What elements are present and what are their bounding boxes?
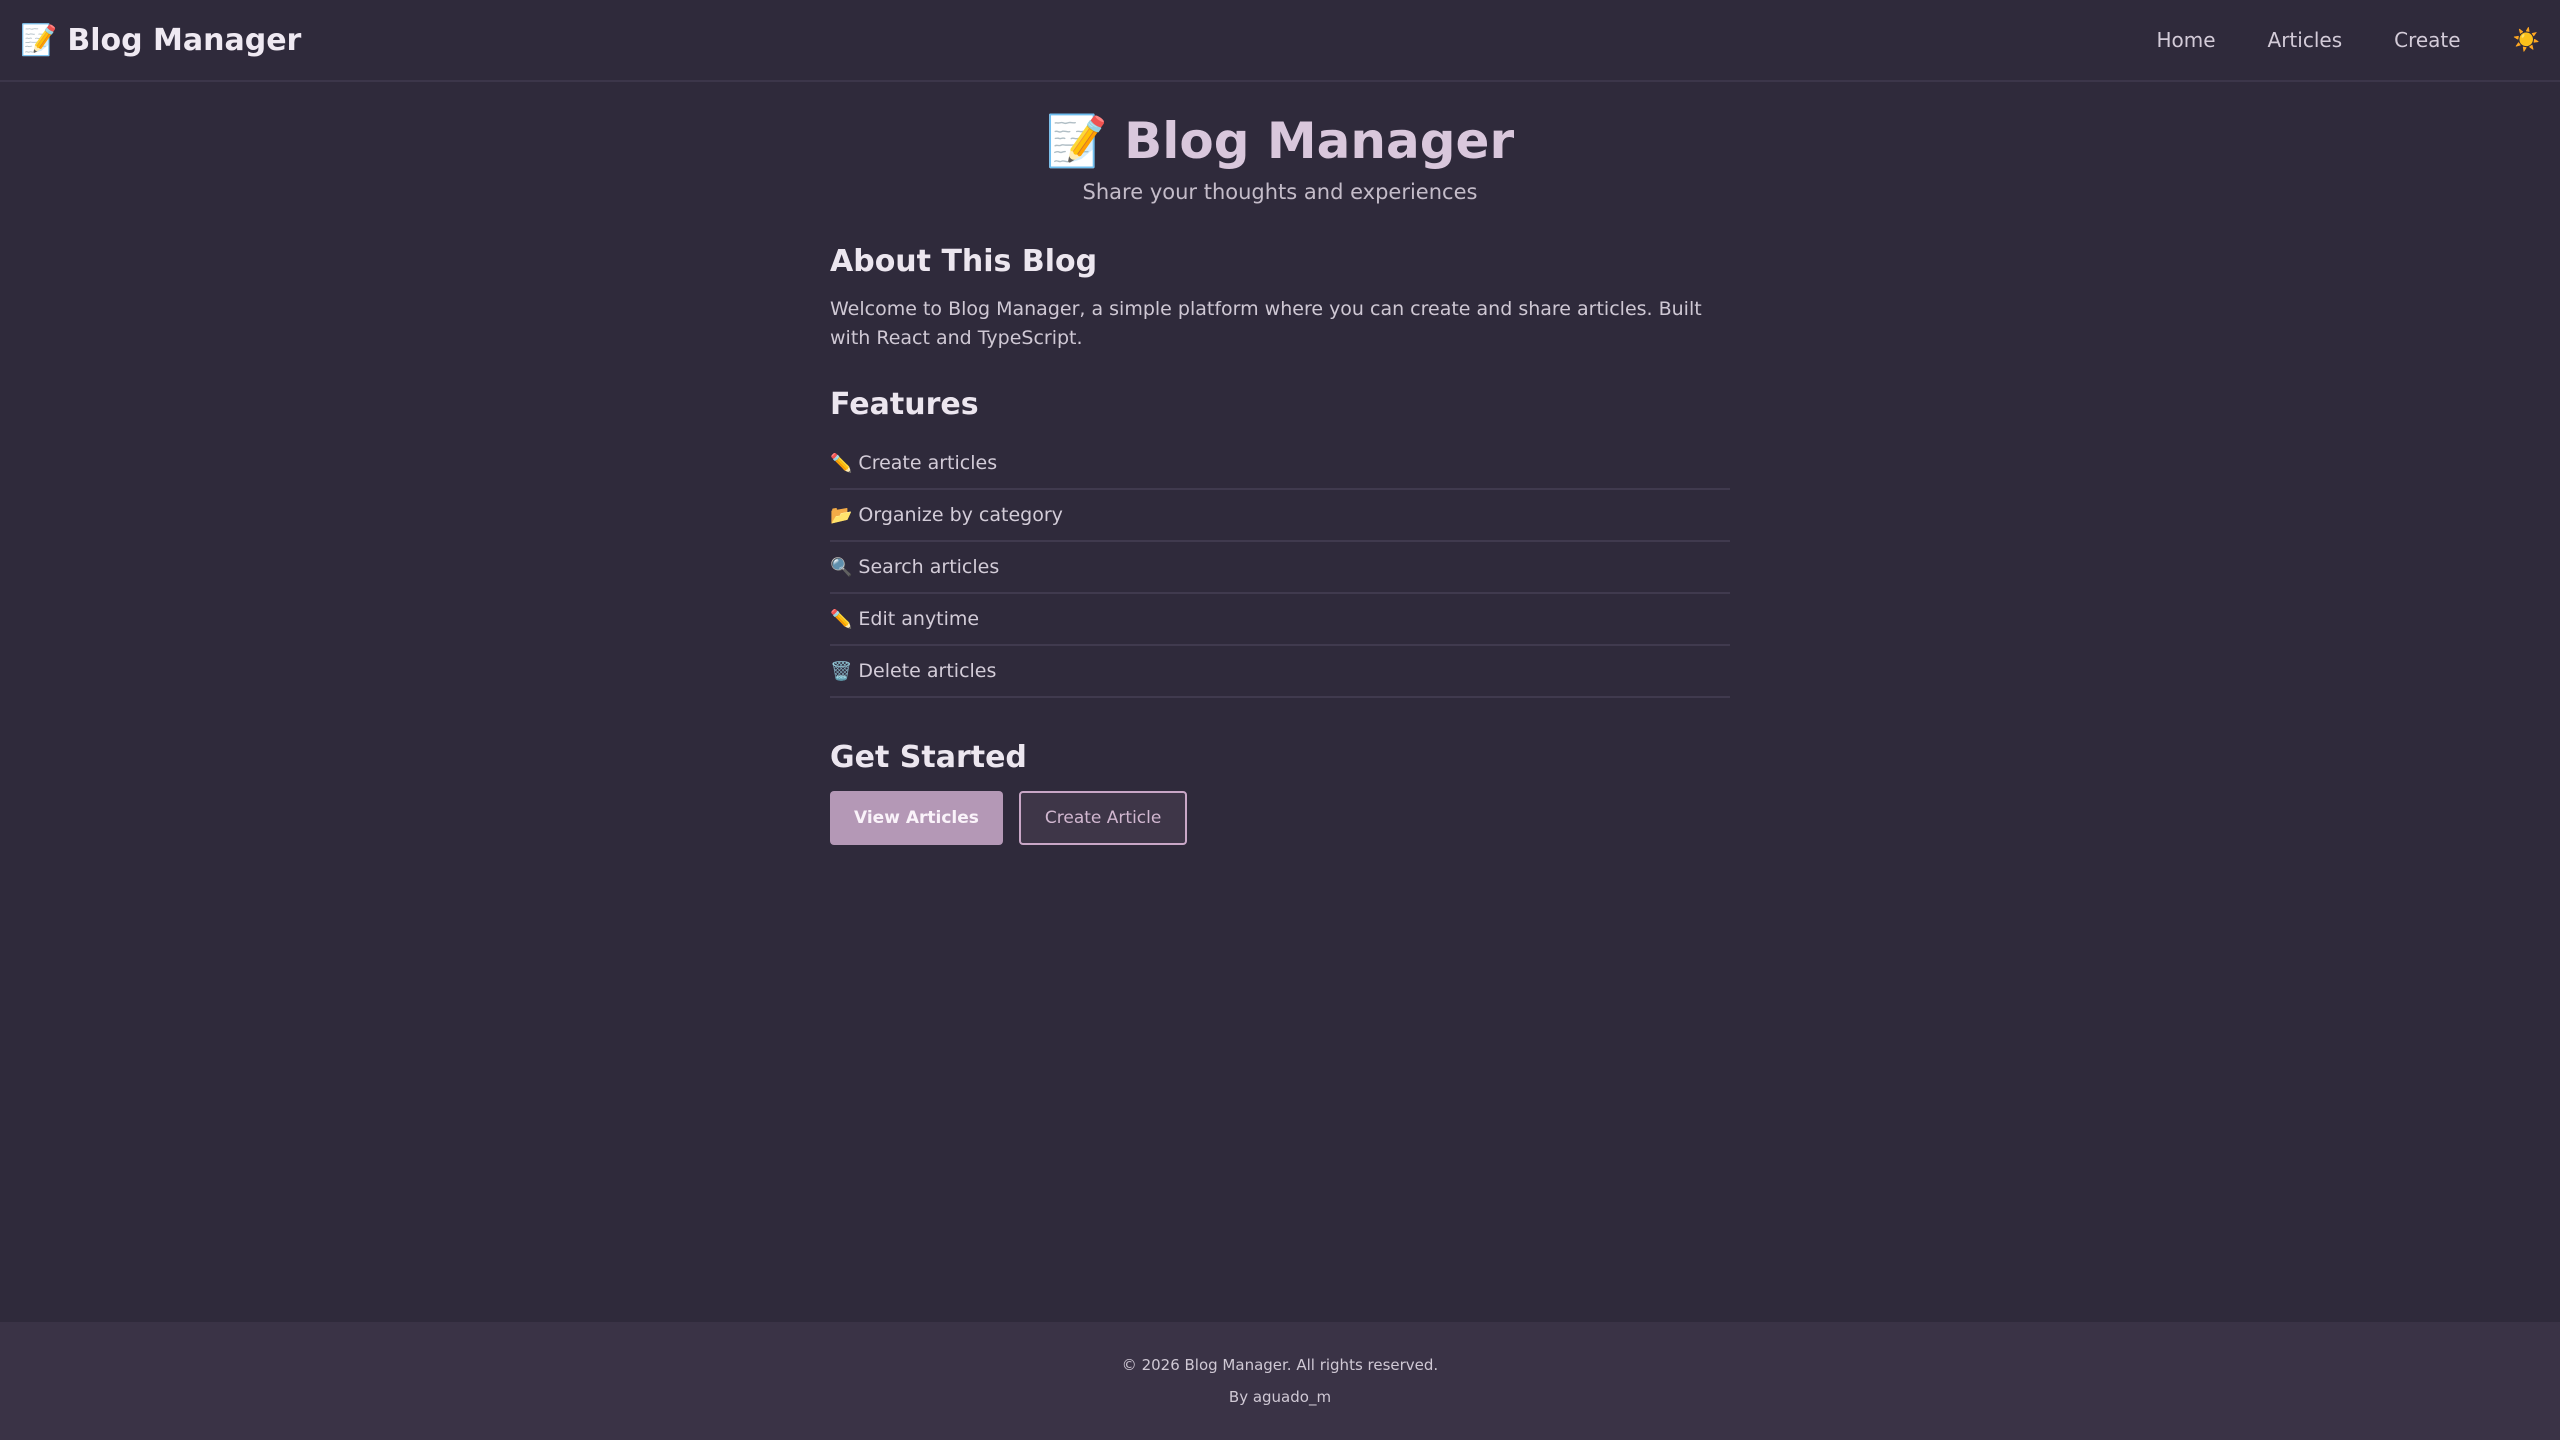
cta-buttons: View Articles Create Article	[830, 791, 1730, 845]
folder-icon: 📂	[830, 504, 853, 526]
pencil-icon: ✏️	[830, 608, 853, 630]
feature-item: ✏️ Edit anytime	[830, 594, 1730, 646]
features-list: ✏️ Create articles 📂 Organize by categor…	[830, 438, 1730, 698]
brand-logo[interactable]: 📝 Blog Manager	[20, 23, 301, 58]
about-text: Welcome to Blog Manager, a simple platfo…	[830, 298, 1702, 349]
main-nav: Home Articles Create ☀️	[2156, 28, 2540, 53]
feature-label: Organize by category	[858, 504, 1063, 526]
content-column: About This Blog Welcome to Blog Manager,…	[830, 244, 1730, 845]
feature-label: Create articles	[858, 452, 998, 474]
nav-link-articles[interactable]: Articles	[2268, 28, 2343, 52]
hero-subtitle: Share your thoughts and experiences	[1082, 180, 1478, 204]
footer-copyright: © 2026 Blog Manager. All rights reserved…	[1121, 1356, 1439, 1374]
hero-section: 📝 Blog Manager Share your thoughts and e…	[1046, 106, 1514, 205]
hero-title-text: Blog Manager	[1124, 112, 1515, 170]
memo-icon: 📝	[1045, 111, 1109, 170]
pencil-icon: ✏️	[830, 452, 853, 474]
hero-title: 📝 Blog Manager	[1046, 106, 1514, 176]
main-content: 📝 Blog Manager Share your thoughts and e…	[0, 82, 2560, 1322]
feature-label: Delete articles	[858, 660, 997, 682]
feature-label: Edit anytime	[858, 608, 980, 630]
feature-item: ✏️ Create articles	[830, 438, 1730, 490]
about-heading: About This Blog	[830, 244, 1098, 279]
create-article-button[interactable]: Create Article	[1018, 791, 1188, 845]
trash-icon: 🗑️	[830, 660, 853, 682]
feature-label: Search articles	[858, 556, 1000, 578]
nav-link-home[interactable]: Home	[2156, 28, 2215, 52]
sun-icon[interactable]: ☀️	[2513, 28, 2540, 53]
features-heading: Features	[830, 387, 979, 422]
feature-item: 🔍 Search articles	[830, 542, 1730, 594]
feature-item: 🗑️ Delete articles	[830, 646, 1730, 698]
page: 📝 Blog Manager Home Articles Create ☀️ 📝…	[0, 0, 2560, 1440]
view-articles-button[interactable]: View Articles	[830, 791, 1003, 845]
footer-author: By aguado_m	[1228, 1388, 1332, 1406]
memo-icon: 📝	[20, 22, 58, 58]
brand-title: Blog Manager	[67, 22, 302, 58]
get-started-heading: Get Started	[830, 740, 1027, 775]
top-navbar: 📝 Blog Manager Home Articles Create ☀️	[0, 0, 2560, 82]
search-icon: 🔍	[830, 556, 853, 578]
feature-item: 📂 Organize by category	[830, 490, 1730, 542]
footer: © 2026 Blog Manager. All rights reserved…	[0, 1322, 2560, 1440]
nav-link-create[interactable]: Create	[2394, 28, 2460, 52]
